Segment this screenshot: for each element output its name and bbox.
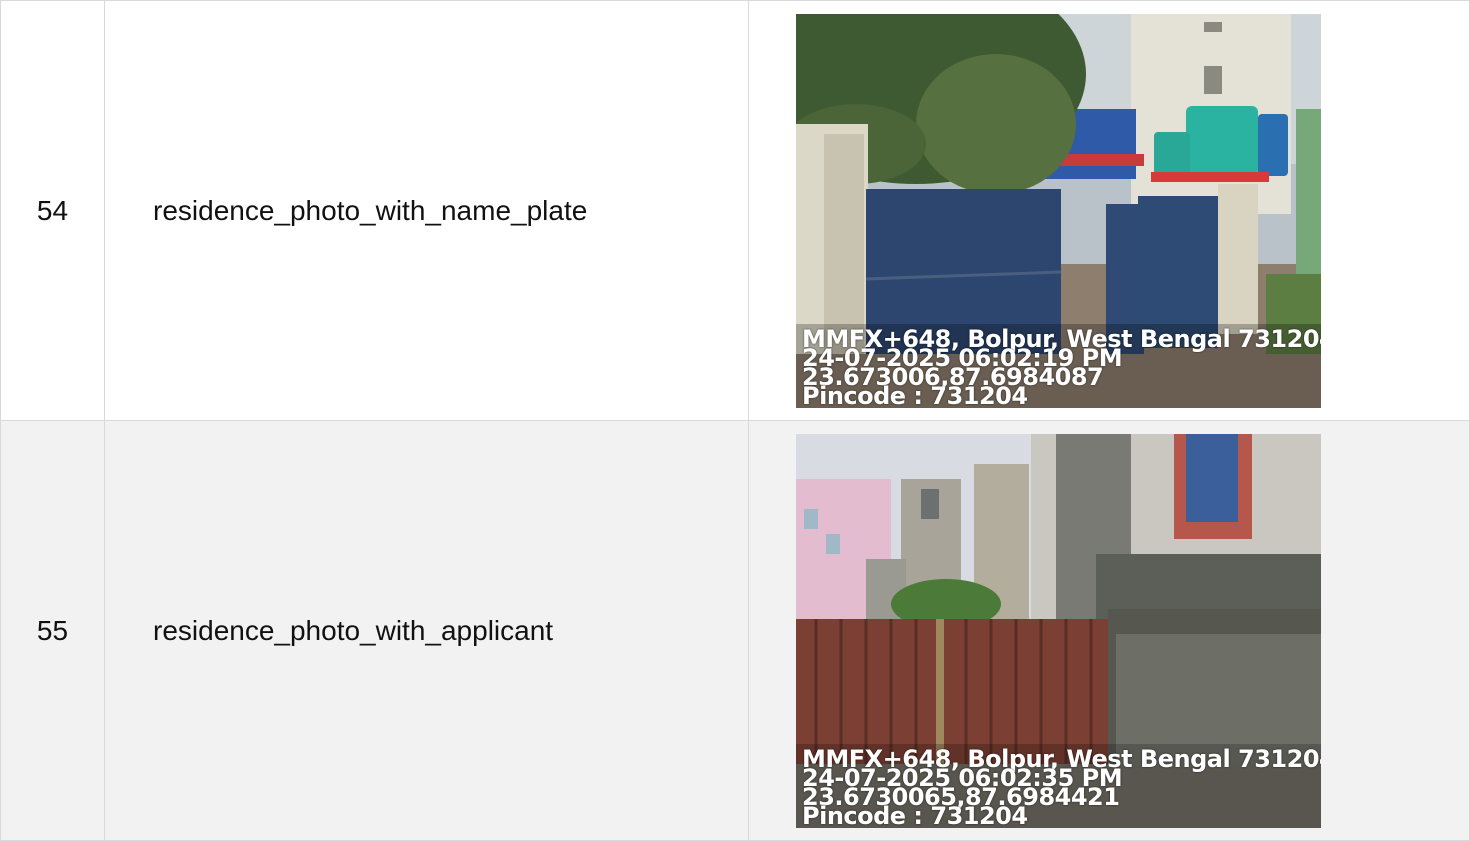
residence-building-photo[interactable]: MMFX+648, Bolpur, West Bengal 731204, In… bbox=[796, 434, 1321, 828]
photo-geotag-overlay: MMFX+648, Bolpur, West Bengal 731204, In… bbox=[802, 330, 1321, 406]
table-row: 55 residence_photo_with_applicant bbox=[1, 421, 1469, 841]
field-name: residence_photo_with_applicant bbox=[105, 421, 749, 841]
field-name: residence_photo_with_name_plate bbox=[105, 1, 749, 421]
photo-geotag-overlay: MMFX+648, Bolpur, West Bengal 731204, In… bbox=[802, 750, 1321, 826]
row-index: 55 bbox=[1, 421, 105, 841]
residence-gate-photo[interactable]: MMFX+648, Bolpur, West Bengal 731204, In… bbox=[796, 14, 1321, 408]
photo-cell: MMFX+648, Bolpur, West Bengal 731204, In… bbox=[749, 421, 1469, 841]
photo-cell: MMFX+648, Bolpur, West Bengal 731204, In… bbox=[749, 1, 1469, 421]
table-row: 54 residence_photo_with_name_plate bbox=[1, 1, 1469, 421]
document-table: 54 residence_photo_with_name_plate bbox=[0, 0, 1469, 841]
row-index: 54 bbox=[1, 1, 105, 421]
